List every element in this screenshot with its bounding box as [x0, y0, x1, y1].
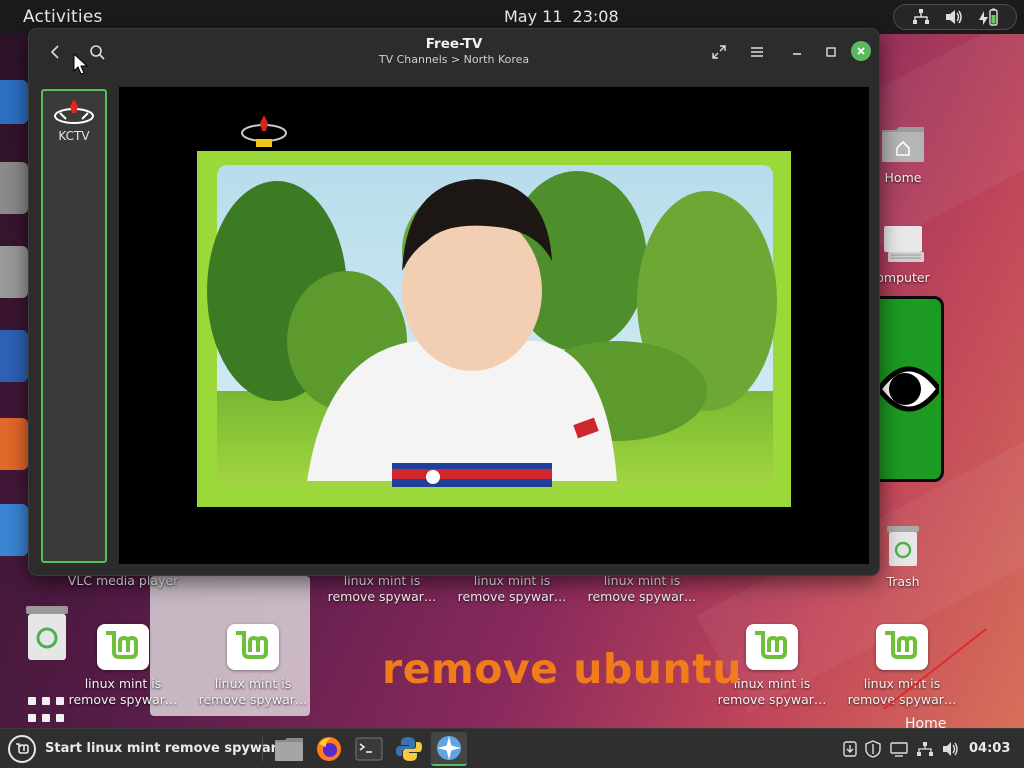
- desktop-icon-label: linux mint is remove spywar…: [457, 573, 567, 604]
- python-icon: [396, 737, 422, 761]
- desktop-icon-linux-mint-3[interactable]: linux mint is remove spywar…: [582, 573, 702, 605]
- maximize-button[interactable]: [819, 40, 843, 64]
- desktop-icon-label: linux mint is remove spywar…: [198, 676, 308, 707]
- channel-list: KCTV: [41, 89, 107, 563]
- launcher-terminal[interactable]: [351, 732, 387, 766]
- network-icon: [911, 8, 931, 26]
- minimize-icon: [793, 53, 801, 55]
- video-frame: [197, 151, 791, 507]
- launcher-free-tv[interactable]: [431, 732, 467, 766]
- desktop-icon-label: linux mint is remove spywar…: [327, 573, 437, 604]
- dock-item[interactable]: [0, 418, 28, 470]
- files-icon: [275, 738, 303, 761]
- bottom-panel: Start linux mint remove spyware 04:03: [0, 728, 1024, 768]
- menu-icon: [751, 47, 763, 57]
- window-titlebar[interactable]: Free-TV TV Channels > North Korea: [29, 29, 879, 75]
- desktop-icon-label: linux mint is remove spywar…: [587, 573, 697, 604]
- dock-item[interactable]: [0, 80, 28, 124]
- minimize-button[interactable]: [785, 40, 809, 64]
- clock-time: 23:08: [572, 7, 619, 26]
- volume-tray[interactable]: [942, 740, 960, 758]
- top-bar-clock[interactable]: May 11 23:08: [504, 7, 619, 26]
- maximize-icon: [826, 47, 836, 57]
- linux-mint-logo-icon: [97, 624, 149, 670]
- dock-item[interactable]: [0, 330, 28, 382]
- folder-icon: [880, 124, 926, 164]
- terminal-icon: [355, 737, 383, 761]
- activities-button[interactable]: Activities: [23, 7, 103, 27]
- dock-item[interactable]: [0, 246, 28, 298]
- launcher-files[interactable]: [271, 732, 307, 766]
- fullscreen-icon: [712, 45, 726, 59]
- network-icon: [917, 742, 933, 756]
- channel-name: KCTV: [58, 129, 90, 143]
- display-tray[interactable]: [890, 740, 908, 758]
- desktop-icon-linux-mint-2[interactable]: linux mint is remove spywar…: [452, 573, 572, 605]
- linux-mint-logo-icon: [876, 624, 928, 670]
- shield-icon: [865, 740, 881, 758]
- linux-mint-logo-icon: [227, 624, 279, 670]
- panel-separator: [262, 737, 263, 761]
- desktop-icon-linux-mint-4[interactable]: linux mint is remove spywar…: [63, 624, 183, 708]
- free-tv-window: Free-TV TV Channels > North Korea KCTV: [28, 28, 880, 576]
- dock-item[interactable]: [0, 162, 28, 214]
- broadcast-image: [197, 151, 791, 507]
- menu-button[interactable]: [745, 40, 769, 64]
- firefox-icon: [317, 737, 341, 761]
- fullscreen-button[interactable]: [707, 40, 731, 64]
- remove-ubuntu-banner: remove ubuntu: [382, 645, 742, 693]
- video-player[interactable]: [119, 87, 869, 564]
- linux-mint-menu-icon: [16, 743, 29, 754]
- panel-clock[interactable]: 04:03: [969, 741, 1010, 756]
- eye-icon: [875, 339, 941, 443]
- desktop-icon-linux-mint-5[interactable]: linux mint is remove spywar…: [193, 624, 313, 708]
- launcher-python[interactable]: [391, 732, 427, 766]
- network-tray[interactable]: [916, 740, 934, 758]
- system-menu[interactable]: [893, 4, 1017, 30]
- shield-tray[interactable]: [864, 740, 882, 758]
- kctv-logo-icon: [52, 97, 96, 127]
- close-button[interactable]: [851, 41, 871, 61]
- update-manager-tray[interactable]: [841, 740, 859, 758]
- show-apps-icon[interactable]: [28, 697, 68, 725]
- linux-mint-logo-icon: [746, 624, 798, 670]
- computer-icon: [880, 224, 926, 264]
- start-menu-label[interactable]: Start linux mint remove spyware: [45, 741, 286, 756]
- clock-date: May 11: [504, 7, 563, 26]
- desktop-icon-linux-mint-1[interactable]: linux mint is remove spywar…: [322, 573, 442, 605]
- channel-item-kctv[interactable]: KCTV: [43, 91, 105, 157]
- display-icon: [890, 742, 908, 757]
- volume-icon: [943, 742, 958, 756]
- free-tv-icon: [437, 736, 461, 760]
- update-icon: [843, 741, 857, 757]
- desktop-icon-label: linux mint is remove spywar…: [68, 676, 178, 707]
- dock-item[interactable]: [0, 504, 28, 556]
- start-menu-button[interactable]: [8, 735, 36, 763]
- kctv-watermark-icon: [239, 113, 289, 151]
- battery-icon: [977, 7, 999, 27]
- trash-icon: [885, 524, 921, 568]
- close-icon: [857, 47, 865, 55]
- launcher-firefox[interactable]: [311, 732, 347, 766]
- volume-icon: [944, 8, 964, 26]
- desktop-icon-label: Trash: [886, 574, 920, 589]
